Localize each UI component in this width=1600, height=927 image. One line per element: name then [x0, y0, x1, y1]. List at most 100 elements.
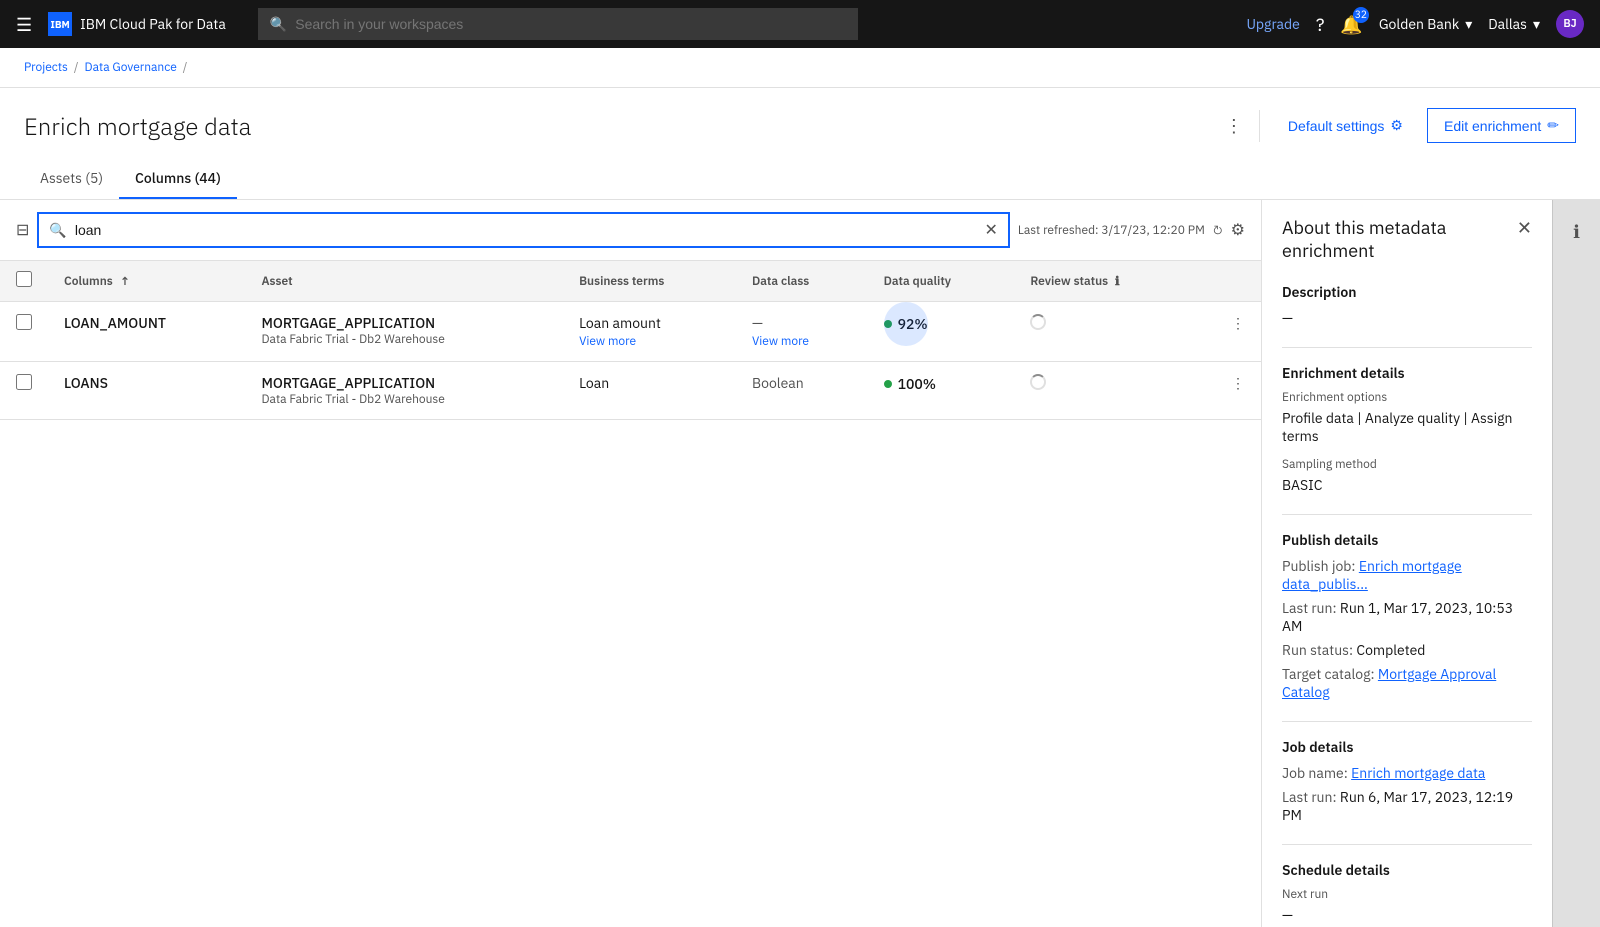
panel-enrichment-section: Enrichment details Enrichment options Pr…	[1282, 364, 1532, 494]
more-options-icon[interactable]: ⋮	[1225, 114, 1243, 137]
settings-gear-icon: ⚙	[1390, 117, 1403, 134]
search-icon: 🔍	[270, 15, 287, 33]
row1-asset: MORTGAGE_APPLICATION Data Fabric Trial -…	[245, 302, 563, 362]
description-value: —	[1282, 309, 1532, 327]
row1-checkbox-cell[interactable]	[0, 302, 48, 362]
tab-columns[interactable]: Columns (44)	[119, 159, 237, 199]
region-name: Dallas	[1488, 15, 1527, 33]
col-header-asset: Asset	[245, 261, 563, 302]
panel-title: About this metadata enrichment	[1282, 216, 1517, 263]
row2-checkbox[interactable]	[16, 374, 32, 390]
review-spinner-icon	[1030, 314, 1046, 330]
search-input[interactable]	[295, 16, 846, 32]
select-all-header[interactable]	[0, 261, 48, 302]
region-switcher[interactable]: Dallas ▾	[1488, 15, 1540, 33]
panel-close-icon[interactable]: ✕	[1517, 216, 1532, 239]
publish-job-row: Publish job: Enrich mortgage data_publis…	[1282, 557, 1532, 593]
account-name: Golden Bank	[1379, 15, 1459, 33]
row1-checkbox[interactable]	[16, 314, 32, 330]
tab-assets[interactable]: Assets (5)	[24, 159, 119, 199]
topnav-right: Upgrade ? 🔔 32 Golden Bank ▾ Dallas ▾ BJ	[1246, 10, 1584, 38]
notifications-icon[interactable]: 🔔 32	[1340, 13, 1362, 36]
upgrade-button[interactable]: Upgrade	[1246, 15, 1299, 33]
page-title: Enrich mortgage data	[24, 110, 251, 142]
job-name-row: Job name: Enrich mortgage data	[1282, 764, 1532, 782]
help-icon[interactable]: ?	[1316, 13, 1325, 36]
edit-enrichment-button[interactable]: Edit enrichment ✏	[1427, 108, 1576, 143]
app-logo: IBM IBM Cloud Pak for Data	[48, 12, 226, 36]
info-panel-icon[interactable]: ℹ	[1565, 212, 1588, 251]
breadcrumb-data-governance[interactable]: Data Governance	[85, 60, 177, 75]
account-chevron-icon: ▾	[1465, 15, 1472, 33]
select-all-checkbox[interactable]	[16, 271, 32, 287]
filter-icon[interactable]: ⊟	[16, 220, 29, 240]
column-search-input[interactable]	[75, 222, 977, 238]
global-search[interactable]: 🔍	[258, 8, 858, 40]
row1-data-class: — View more	[736, 302, 868, 362]
row2-checkbox-cell[interactable]	[0, 362, 48, 420]
row1-row-actions[interactable]: ⋮	[1193, 302, 1261, 362]
breadcrumb-projects[interactable]: Projects	[24, 60, 68, 75]
edit-icon: ✏	[1547, 117, 1559, 134]
page-header: Enrich mortgage data ⋮ Default settings …	[0, 88, 1600, 200]
row2-review-status	[1014, 362, 1193, 420]
review-status-info-icon[interactable]: ℹ	[1115, 274, 1120, 289]
header-divider	[1259, 110, 1260, 142]
search-clear-icon[interactable]: ✕	[984, 220, 997, 240]
row2-data-quality: 100%	[868, 362, 1015, 420]
panel-divider-2	[1282, 514, 1532, 515]
col-header-data-quality: Data quality	[868, 261, 1015, 302]
right-sidebar-strip: ℹ	[1552, 200, 1600, 927]
sampling-method-label: Sampling method	[1282, 457, 1532, 472]
panel-divider-4	[1282, 844, 1532, 845]
panel-header: About this metadata enrichment ✕	[1282, 216, 1532, 263]
page-header-actions: ⋮ Default settings ⚙ Edit enrichment ✏	[1225, 108, 1576, 143]
row2-col-name: LOANS	[48, 362, 245, 420]
job-last-run-label: Last run:	[1282, 788, 1337, 806]
table-row: LOANS MORTGAGE_APPLICATION Data Fabric T…	[0, 362, 1261, 420]
row2-row-actions[interactable]: ⋮	[1193, 362, 1261, 420]
sampling-method-value: BASIC	[1282, 476, 1532, 494]
region-chevron-icon: ▾	[1533, 15, 1540, 33]
last-refreshed-text: Last refreshed: 3/17/23, 12:20 PM	[1018, 223, 1205, 238]
job-last-run-row: Last run: Run 6, Mar 17, 2023, 12:19 PM	[1282, 788, 1532, 824]
columns-table: Columns ↑ Asset Business terms Data clas…	[0, 261, 1261, 420]
publish-details-label: Publish details	[1282, 531, 1532, 549]
sort-icon[interactable]: ↑	[120, 274, 131, 289]
panel-divider-1	[1282, 347, 1532, 348]
panel-job-section: Job details Job name: Enrich mortgage da…	[1282, 738, 1532, 824]
next-run-value: —	[1282, 906, 1532, 924]
topnav: ☰ IBM IBM Cloud Pak for Data 🔍 Upgrade ?…	[0, 0, 1600, 48]
default-settings-label: Default settings	[1288, 118, 1385, 134]
col-header-review-status: Review status ℹ	[1014, 261, 1193, 302]
row1-view-more-data-class[interactable]: View more	[752, 334, 852, 349]
row1-quality-badge[interactable]: 92%	[884, 315, 928, 333]
row2-quality-badge[interactable]: 100%	[884, 375, 936, 393]
run-status-row: Run status: Completed	[1282, 641, 1532, 659]
account-switcher[interactable]: Golden Bank ▾	[1379, 15, 1472, 33]
search-bar[interactable]: 🔍 ✕	[37, 212, 1009, 248]
job-name-link[interactable]: Enrich mortgage data	[1351, 764, 1485, 782]
refresh-icon[interactable]: ↻	[1213, 223, 1223, 238]
enrichment-options-value: Profile data | Analyze quality | Assign …	[1282, 409, 1532, 445]
quality-dot-icon	[884, 320, 892, 328]
breadcrumb: Projects / Data Governance /	[0, 48, 1600, 88]
hamburger-menu-icon[interactable]: ☰	[16, 13, 32, 36]
row1-data-quality: 92%	[868, 302, 1015, 362]
enrichment-details-label: Enrichment details	[1282, 364, 1532, 382]
row2-business-terms: Loan	[563, 362, 736, 420]
search-bar-icon: 🔍	[49, 221, 66, 239]
default-settings-button[interactable]: Default settings ⚙	[1276, 109, 1415, 142]
last-run-row: Last run: Run 1, Mar 17, 2023, 10:53 AM	[1282, 599, 1532, 635]
review-spinner-icon	[1030, 374, 1046, 390]
column-settings-icon[interactable]: ⚙	[1231, 220, 1245, 240]
schedule-details-label: Schedule details	[1282, 861, 1532, 879]
avatar[interactable]: BJ	[1556, 10, 1584, 38]
table-row: LOAN_AMOUNT MORTGAGE_APPLICATION Data Fa…	[0, 302, 1261, 362]
row1-view-more-business-terms[interactable]: View more	[579, 334, 720, 349]
col-header-actions	[1193, 261, 1261, 302]
row1-review-status	[1014, 302, 1193, 362]
edit-enrichment-label: Edit enrichment	[1444, 118, 1541, 134]
content-toolbar: ⊟ 🔍 ✕ Last refreshed: 3/17/23, 12:20 PM …	[0, 200, 1261, 261]
tabs: Assets (5) Columns (44)	[24, 159, 1576, 199]
